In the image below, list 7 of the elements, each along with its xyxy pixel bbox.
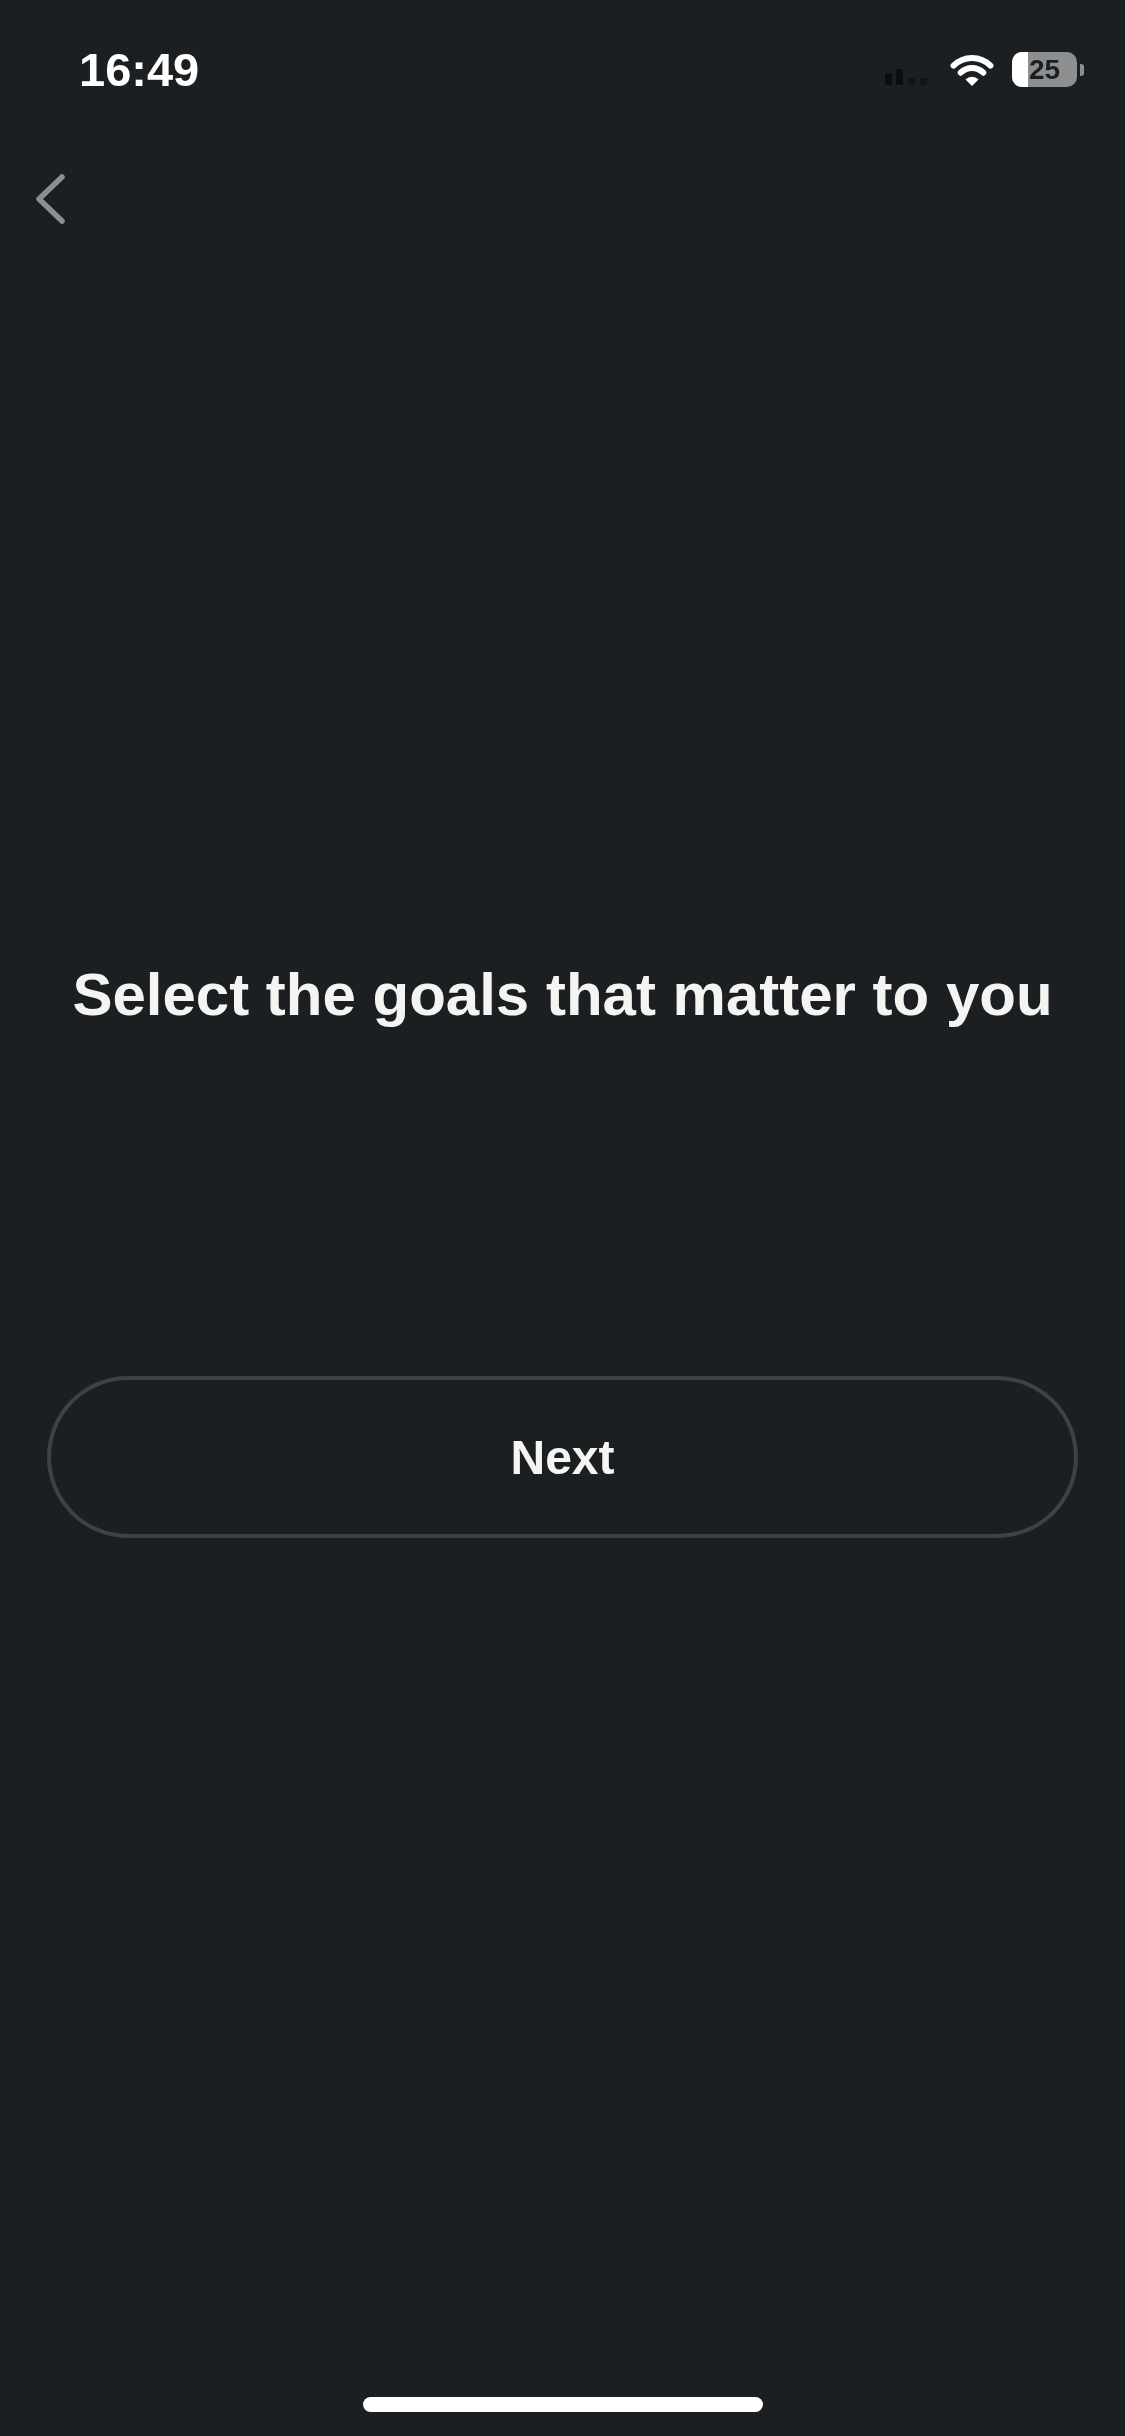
battery-cap-icon: [1080, 63, 1084, 76]
screen-title: Select the goals that matter to you: [71, 960, 1054, 1030]
chevron-left-icon: [35, 174, 65, 224]
status-time: 16:49: [79, 46, 200, 93]
battery-percentage: 25: [1028, 55, 1061, 84]
wifi-icon: [949, 52, 995, 87]
next-button[interactable]: Next: [47, 1376, 1078, 1538]
